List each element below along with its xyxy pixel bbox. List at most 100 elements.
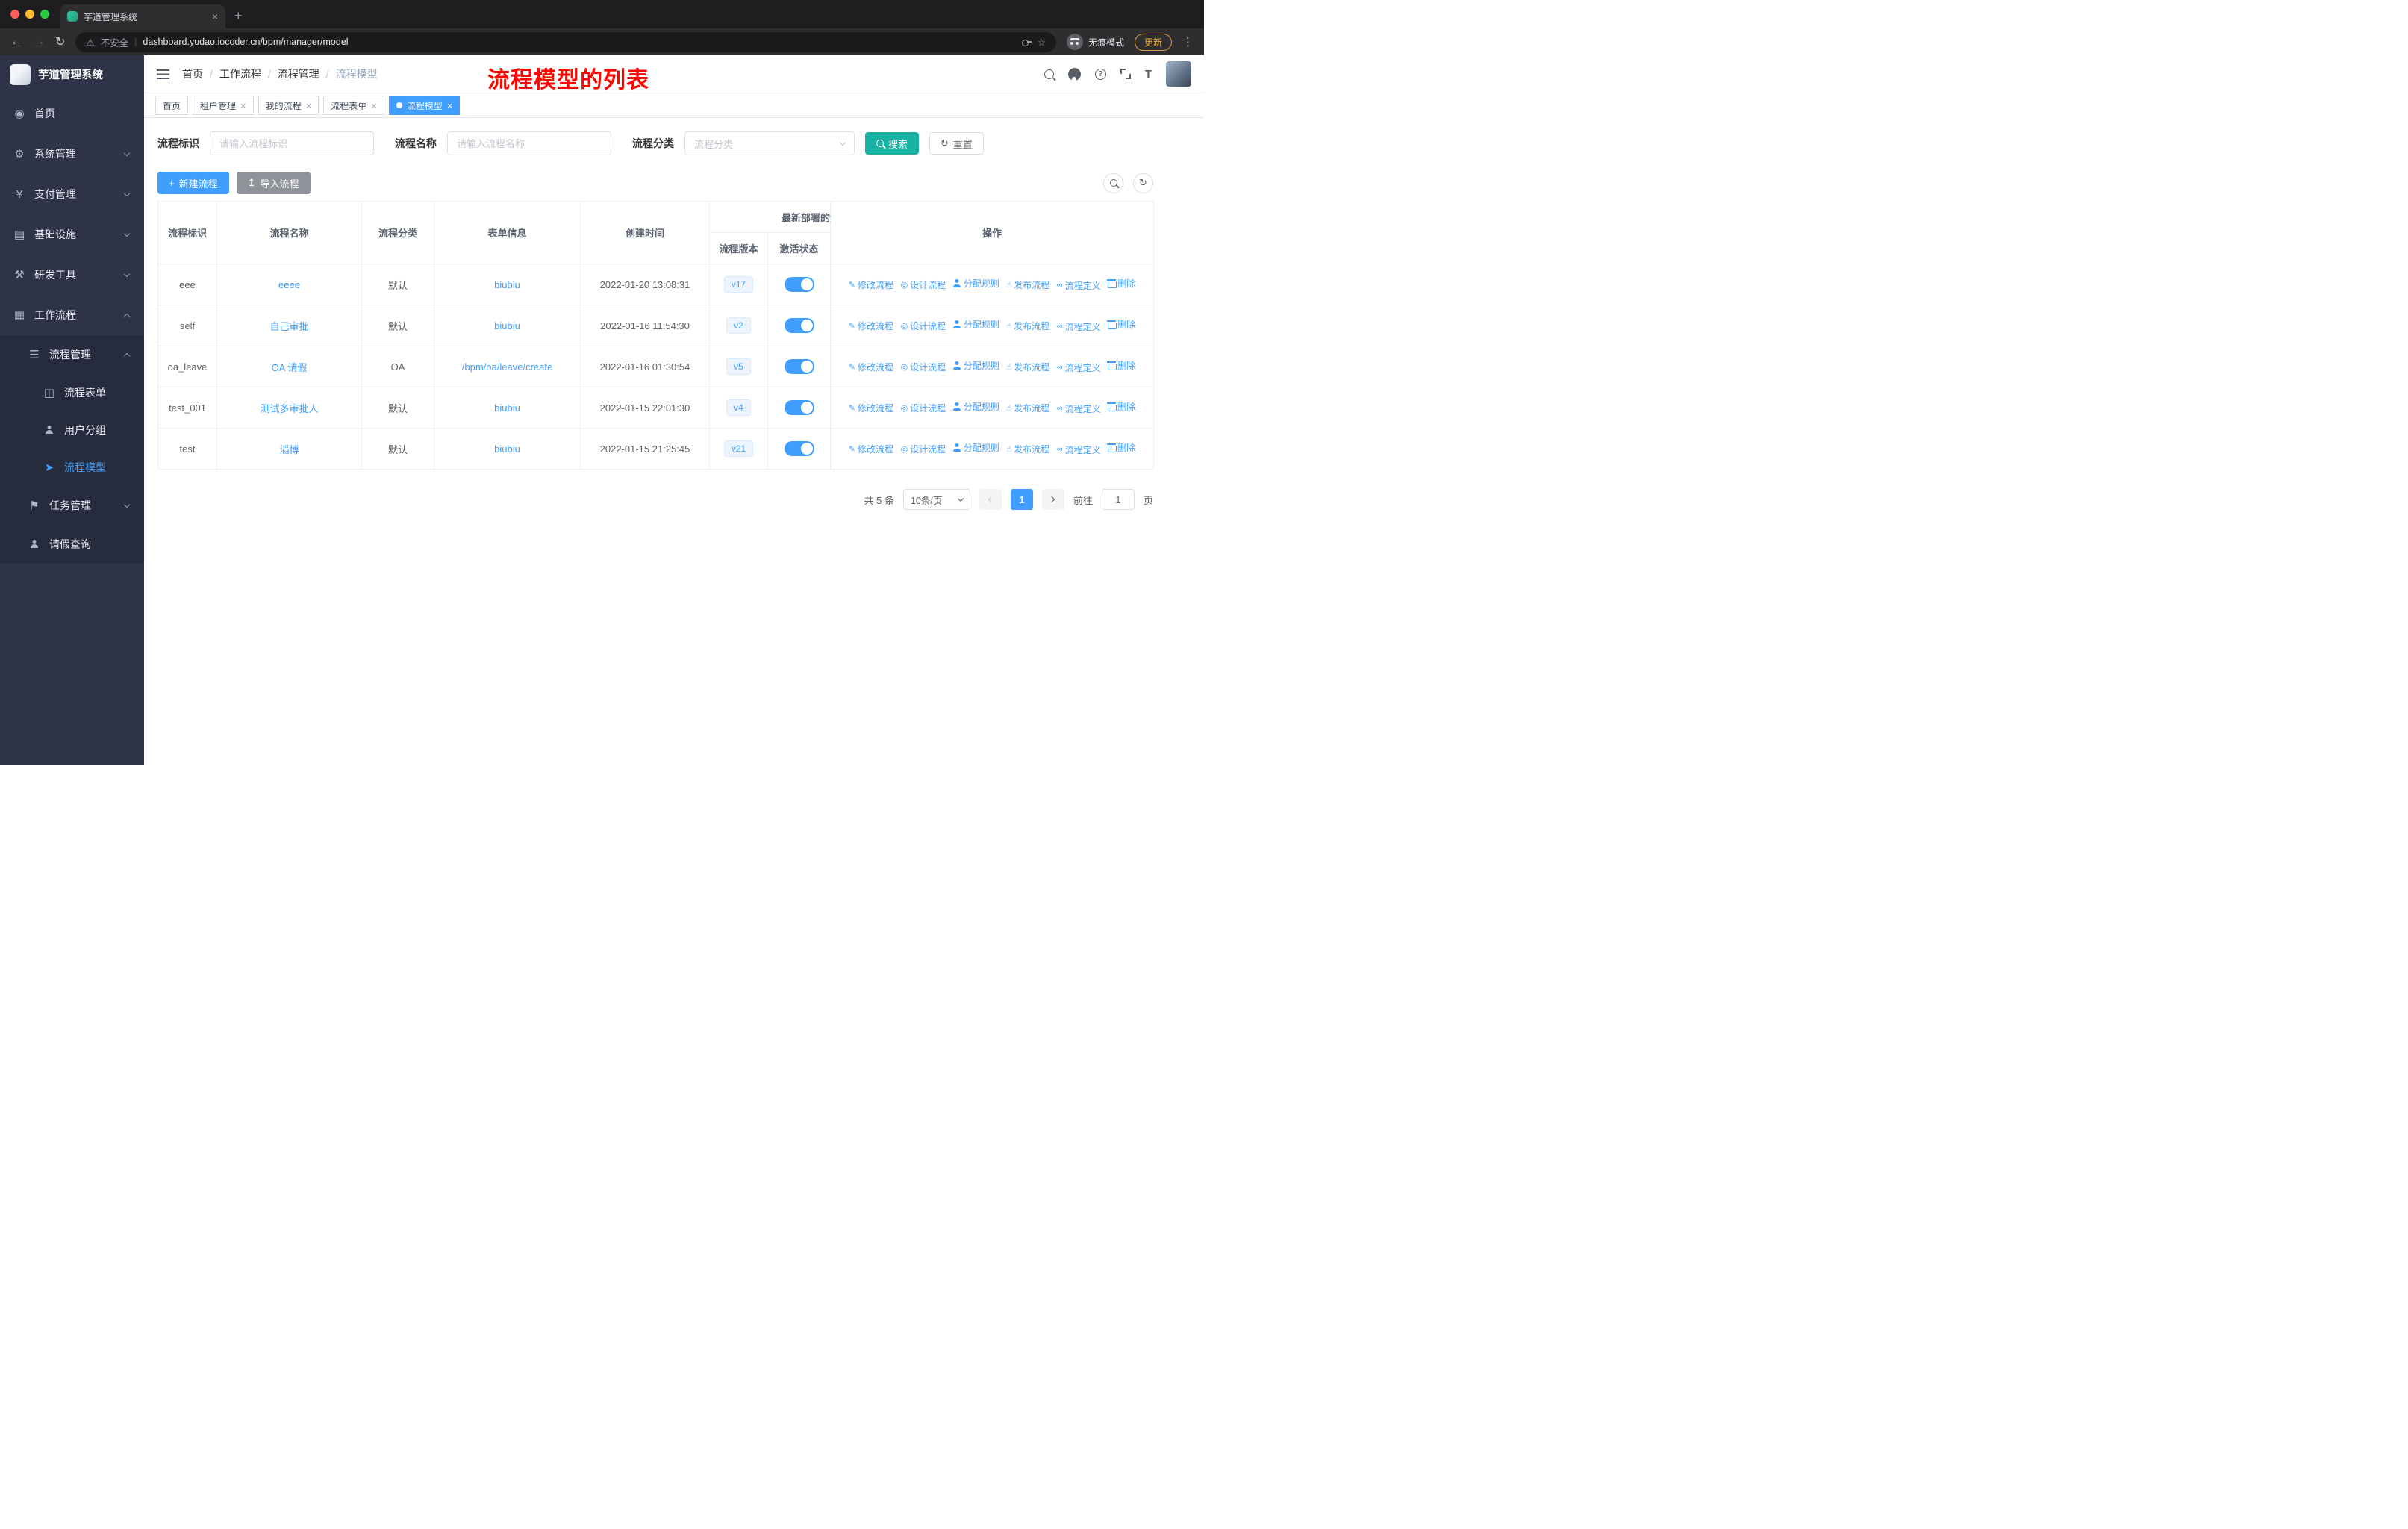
fullscreen-icon[interactable]: [1120, 69, 1131, 79]
form-info-link[interactable]: biubiu: [494, 402, 520, 414]
help-icon[interactable]: [1094, 68, 1106, 80]
goto-page-input[interactable]: [1101, 489, 1135, 510]
breadcrumb-item[interactable]: 首页: [182, 66, 203, 81]
action-delete[interactable]: 删除: [1107, 318, 1135, 331]
process-name-input[interactable]: [447, 131, 611, 155]
action-design-process[interactable]: ◎ 设计流程: [901, 402, 946, 414]
action-edit-process[interactable]: ✎ 修改流程: [849, 402, 893, 414]
sidebar-item-task-management[interactable]: ⚑ 任务管理: [0, 486, 144, 525]
action-delete[interactable]: 删除: [1107, 277, 1135, 290]
action-assign-rule[interactable]: 分配规则: [953, 318, 999, 331]
search-button[interactable]: 搜索: [865, 132, 920, 155]
search-icon[interactable]: [1044, 69, 1054, 79]
process-name-link[interactable]: 滔博: [279, 444, 299, 455]
next-page-button[interactable]: [1041, 489, 1064, 510]
tag-process-form[interactable]: 流程表单 ×: [323, 96, 384, 115]
process-key-input[interactable]: [210, 131, 374, 155]
active-status-toggle[interactable]: [784, 277, 814, 292]
github-icon[interactable]: [1067, 67, 1081, 81]
toggle-search-button[interactable]: [1103, 172, 1123, 193]
sidebar-item-payment-management[interactable]: ¥ 支付管理: [0, 174, 144, 214]
browser-menu-icon[interactable]: ⋮: [1182, 35, 1194, 49]
prev-page-button[interactable]: [979, 489, 1002, 510]
action-publish-process[interactable]: ☝ 发布流程: [1006, 278, 1049, 291]
address-bar[interactable]: ⚠ 不安全 | dashboard.yudao.iocoder.cn/bpm/m…: [75, 31, 1056, 52]
close-icon[interactable]: ×: [371, 101, 377, 110]
action-assign-rule[interactable]: 分配规则: [953, 277, 999, 290]
sidebar-item-process-model[interactable]: ➤ 流程模型: [0, 449, 144, 486]
sidebar-item-dev-tools[interactable]: ⚒ 研发工具: [0, 255, 144, 295]
tab-close-icon[interactable]: ×: [212, 10, 218, 22]
action-process-definition[interactable]: ∞ 流程定义: [1057, 402, 1101, 415]
new-process-button[interactable]: + 新建流程: [157, 172, 229, 194]
action-edit-process[interactable]: ✎ 修改流程: [849, 361, 893, 373]
action-edit-process[interactable]: ✎ 修改流程: [849, 320, 893, 332]
action-publish-process[interactable]: ☝ 发布流程: [1006, 402, 1049, 414]
zoom-window-button[interactable]: [40, 10, 49, 19]
browser-tab[interactable]: 芋道管理系统 ×: [60, 4, 225, 28]
refresh-table-button[interactable]: ↻: [1133, 172, 1153, 193]
action-edit-process[interactable]: ✎ 修改流程: [849, 443, 893, 455]
user-avatar[interactable]: [1166, 61, 1191, 87]
security-label[interactable]: 不安全: [101, 35, 129, 49]
action-design-process[interactable]: ◎ 设计流程: [901, 361, 946, 373]
action-process-definition[interactable]: ∞ 流程定义: [1057, 279, 1101, 292]
key-icon[interactable]: [1021, 39, 1032, 46]
close-window-button[interactable]: [10, 10, 19, 19]
page-number-button[interactable]: 1: [1010, 489, 1033, 510]
action-design-process[interactable]: ◎ 设计流程: [901, 278, 946, 291]
minimize-window-button[interactable]: [25, 10, 34, 19]
reset-button[interactable]: ↻ 重置: [929, 132, 984, 155]
action-delete[interactable]: 删除: [1107, 400, 1135, 413]
sidebar-item-user-group[interactable]: 用户分组: [0, 411, 144, 449]
bookmark-star-icon[interactable]: ☆: [1038, 37, 1046, 48]
action-assign-rule[interactable]: 分配规则: [953, 400, 999, 413]
action-process-definition[interactable]: ∞ 流程定义: [1057, 320, 1101, 333]
sidebar-item-workflow[interactable]: ▦ 工作流程: [0, 295, 144, 335]
form-info-link[interactable]: biubiu: [494, 279, 520, 290]
url-text[interactable]: dashboard.yudao.iocoder.cn/bpm/manager/m…: [143, 37, 1015, 47]
action-delete[interactable]: 删除: [1107, 441, 1135, 454]
browser-update-button[interactable]: 更新: [1134, 33, 1172, 51]
action-design-process[interactable]: ◎ 设计流程: [901, 320, 946, 332]
action-publish-process[interactable]: ☝ 发布流程: [1006, 361, 1049, 373]
action-edit-process[interactable]: ✎ 修改流程: [849, 278, 893, 291]
sidebar-item-process-form[interactable]: ◫ 流程表单: [0, 374, 144, 411]
tag-my-process[interactable]: 我的流程 ×: [258, 96, 319, 115]
back-button[interactable]: ←: [10, 35, 22, 49]
process-category-select[interactable]: 流程分类: [684, 131, 855, 155]
forward-button[interactable]: →: [33, 35, 45, 49]
process-name-link[interactable]: OA 请假: [272, 362, 308, 373]
form-info-link[interactable]: /bpm/oa/leave/create: [462, 361, 552, 373]
close-icon[interactable]: ×: [240, 101, 246, 110]
sidebar-item-system-management[interactable]: ⚙ 系统管理: [0, 134, 144, 174]
form-info-link[interactable]: biubiu: [494, 443, 520, 455]
form-info-link[interactable]: biubiu: [494, 320, 520, 331]
page-size-select[interactable]: 10条/页: [902, 489, 970, 510]
action-process-definition[interactable]: ∞ 流程定义: [1057, 443, 1101, 456]
active-status-toggle[interactable]: [784, 400, 814, 415]
sidebar-item-process-management[interactable]: ☰ 流程管理: [0, 335, 144, 374]
sidebar-item-home[interactable]: ◉ 首页: [0, 93, 144, 134]
sidebar-item-infrastructure[interactable]: ▤ 基础设施: [0, 214, 144, 255]
tag-process-model[interactable]: 流程模型 ×: [388, 96, 461, 115]
action-publish-process[interactable]: ☝ 发布流程: [1006, 320, 1049, 332]
reload-button[interactable]: ↻: [55, 34, 65, 49]
active-status-toggle[interactable]: [784, 441, 814, 456]
sidebar-item-leave-query[interactable]: 请假查询: [0, 525, 144, 564]
import-process-button[interactable]: ↥ 导入流程: [236, 172, 311, 194]
action-process-definition[interactable]: ∞ 流程定义: [1057, 361, 1101, 374]
action-design-process[interactable]: ◎ 设计流程: [901, 443, 946, 455]
action-assign-rule[interactable]: 分配规则: [953, 441, 999, 454]
process-name-link[interactable]: 测试多审批人: [260, 403, 318, 414]
tag-tenant-management[interactable]: 租户管理 ×: [193, 96, 254, 115]
sidebar-collapse-icon[interactable]: [157, 69, 169, 79]
action-assign-rule[interactable]: 分配规则: [953, 359, 999, 372]
breadcrumb-item[interactable]: 工作流程: [219, 66, 261, 81]
new-tab-button[interactable]: +: [234, 8, 243, 24]
breadcrumb-item[interactable]: 流程管理: [278, 66, 319, 81]
close-icon[interactable]: ×: [447, 101, 453, 110]
close-icon[interactable]: ×: [306, 101, 312, 110]
action-delete[interactable]: 删除: [1107, 359, 1135, 372]
active-status-toggle[interactable]: [784, 318, 814, 333]
